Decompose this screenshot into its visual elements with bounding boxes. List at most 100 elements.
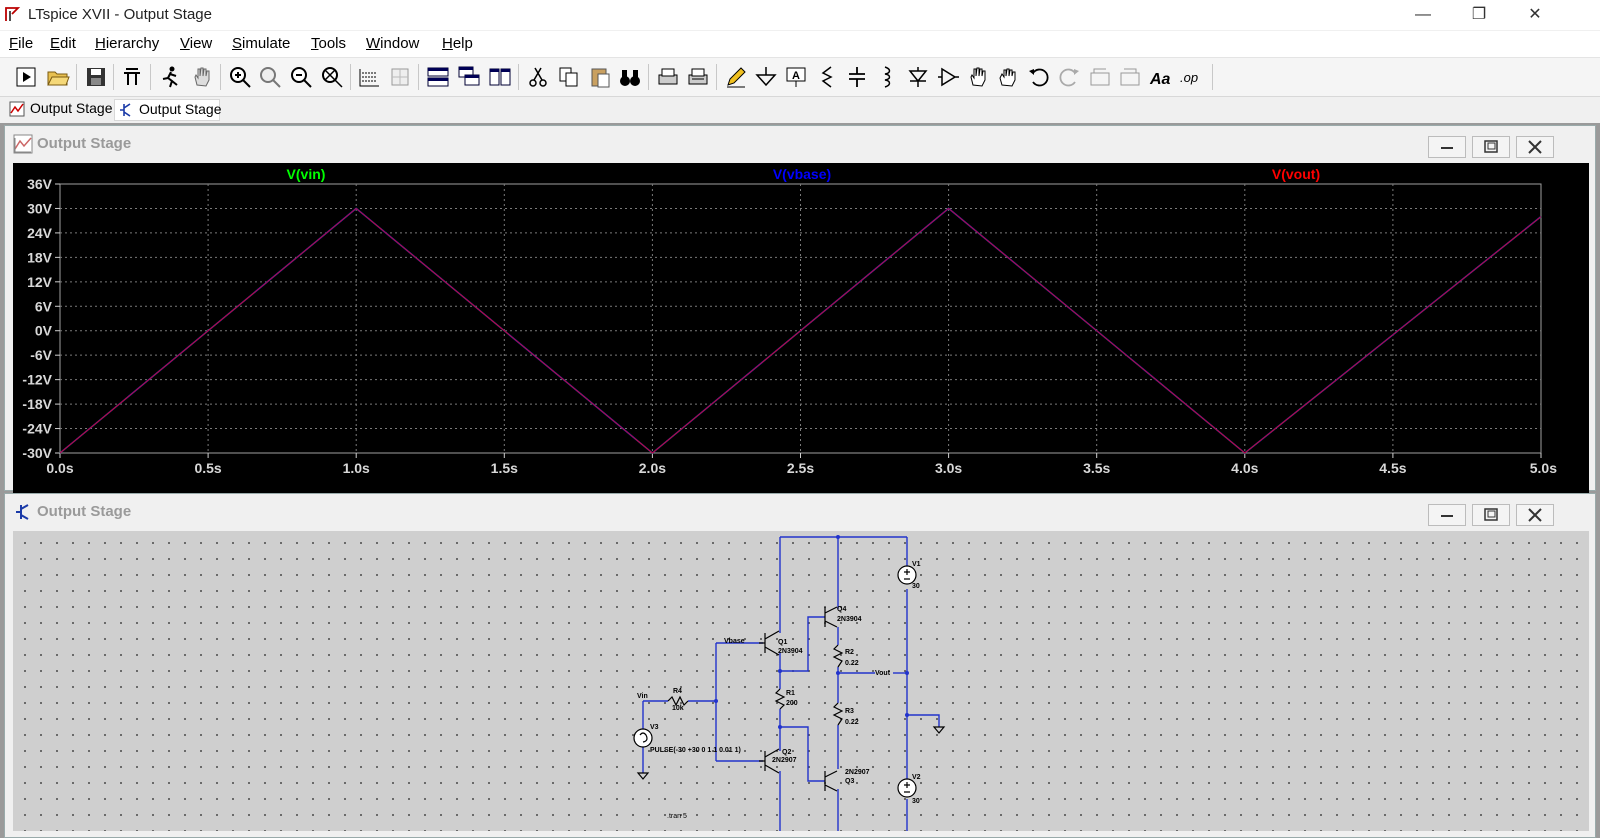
x-tick-label: 1.5s — [491, 460, 518, 476]
draw-wire-pencil-icon[interactable] — [724, 65, 748, 89]
x-tick-label: 2.5s — [787, 460, 814, 476]
menu-file[interactable]: File — [9, 35, 33, 52]
schematic-canvas[interactable]: V1 30 V2 30 V3 PULSE(-30 +30 0 1 1 0.01 … — [13, 531, 1589, 831]
drag-hand-icon[interactable] — [996, 65, 1020, 89]
y-tick-label: 0V — [35, 323, 53, 339]
maximize-icon — [1484, 508, 1498, 521]
menu-window[interactable]: Window — [366, 35, 419, 52]
tab-waveform[interactable]: Output Stage — [6, 99, 113, 119]
y-tick-label: -24V — [22, 421, 52, 437]
move-hand-icon[interactable] — [966, 65, 990, 89]
x-tick-label: 3.5s — [1083, 460, 1110, 476]
mirror-icon[interactable] — [1118, 65, 1142, 89]
restore-icon[interactable]: ❐ — [1456, 2, 1502, 28]
save-icon[interactable] — [84, 65, 108, 89]
pan-icon[interactable] — [258, 65, 282, 89]
menu-simulate[interactable]: Simulate — [232, 35, 290, 52]
undo-icon[interactable] — [1027, 65, 1051, 89]
rotate-icon[interactable] — [1088, 65, 1112, 89]
waveform-window[interactable]: Output Stage 36V 30V 24V 18V 12V 6V 0V -6V -12V -… — [4, 125, 1596, 493]
minimize-icon — [1441, 515, 1453, 517]
v3-value: PULSE(-30 +30 0 1 1 0.01 1) — [650, 747, 741, 754]
minimize-button[interactable] — [1428, 136, 1466, 158]
tab-label: Output Stage — [139, 101, 222, 117]
q1-value: 2N3904 — [778, 648, 803, 655]
schematic-window[interactable]: Output Stage V1 30 V2 30 V3 PULSE(-30 +3… — [4, 493, 1596, 838]
document-tabs: Output Stage Output Stage — [0, 97, 1600, 121]
autorange-icon[interactable] — [357, 65, 381, 89]
halt-hand-icon[interactable] — [190, 65, 214, 89]
y-tick-label: 36V — [27, 176, 53, 192]
grid-icon[interactable] — [388, 65, 412, 89]
r4-value: 10k — [672, 705, 684, 712]
redo-icon[interactable] — [1057, 65, 1081, 89]
zoom-fit-icon[interactable] — [320, 65, 344, 89]
capacitor-icon[interactable] — [845, 65, 869, 89]
wires — [642, 536, 940, 831]
resistor-icon[interactable] — [815, 65, 839, 89]
ground-icon[interactable] — [754, 65, 778, 89]
close-icon[interactable]: ✕ — [1512, 2, 1558, 28]
copy-icon[interactable] — [557, 65, 581, 89]
minimize-icon — [1441, 147, 1453, 149]
menu-hierarchy[interactable]: Hierarchy — [95, 35, 159, 52]
new-schematic-icon[interactable] — [14, 65, 38, 89]
paste-icon[interactable] — [588, 65, 612, 89]
net-label-vin: Vin — [637, 693, 648, 700]
open-folder-icon[interactable] — [46, 65, 70, 89]
window-title: LTspice XVII - Output Stage — [28, 6, 212, 23]
tile-vertical-icon[interactable] — [488, 65, 512, 89]
inductor-icon[interactable] — [875, 65, 899, 89]
zoom-out-icon[interactable] — [289, 65, 313, 89]
mdi-workspace: Output Stage 36V 30V 24V 18V 12V 6V 0V -6V -12V -… — [0, 123, 1600, 838]
cascade-icon[interactable] — [457, 65, 481, 89]
maximize-button[interactable] — [1472, 504, 1510, 526]
ltspice-logo-icon — [5, 7, 21, 21]
net-label-vbase: Vbase — [724, 638, 745, 645]
run-icon[interactable] — [158, 65, 182, 89]
legend-entry[interactable]: V(vbase) — [773, 166, 831, 182]
text-icon[interactable]: Aa — [1148, 65, 1172, 89]
maximize-icon — [1484, 140, 1498, 153]
waveform-icon — [9, 101, 25, 117]
q3-label: Q3 — [845, 778, 854, 785]
y-tick-label: 6V — [35, 298, 53, 314]
y-tick-label: -30V — [22, 445, 52, 461]
print-setup-icon[interactable] — [686, 65, 710, 89]
v1-value: 30 — [912, 583, 920, 590]
circuit-diagram: V1 30 V2 30 V3 PULSE(-30 +30 0 1 1 0.01 … — [633, 535, 946, 831]
plot-grid — [59, 183, 1542, 454]
x-tick-label: 4.5s — [1379, 460, 1406, 476]
legend-entry[interactable]: V(vout) — [1272, 166, 1320, 182]
diode-icon[interactable] — [906, 65, 930, 89]
close-button[interactable] — [1516, 504, 1554, 526]
menu-help[interactable]: Help — [442, 35, 473, 52]
schematic-icon — [16, 504, 29, 520]
print-icon[interactable] — [656, 65, 680, 89]
tab-schematic[interactable]: Output Stage — [114, 99, 222, 121]
label-net-icon[interactable]: A — [784, 65, 808, 89]
zoom-in-icon[interactable] — [228, 65, 252, 89]
maximize-button[interactable] — [1472, 136, 1510, 158]
spice-directive: .tran 5 — [667, 813, 687, 820]
waveform-plot[interactable]: 36V 30V 24V 18V 12V 6V 0V -6V -12V -18V -24V -30V 0… — [13, 163, 1589, 493]
q2-value: 2N2907 — [772, 757, 797, 764]
close-button[interactable] — [1516, 136, 1554, 158]
find-binoculars-icon[interactable] — [618, 65, 642, 89]
tile-horizontal-icon[interactable] — [426, 65, 450, 89]
component-icon[interactable] — [936, 65, 960, 89]
q4-label: Q4 — [837, 606, 846, 613]
control-panel-icon[interactable] — [120, 65, 144, 89]
minimize-button[interactable] — [1428, 504, 1466, 526]
cut-icon[interactable] — [526, 65, 550, 89]
legend-entry[interactable]: V(vin) — [287, 166, 326, 182]
v3-label: V3 — [650, 724, 659, 731]
net-label-vout: Vout — [875, 670, 891, 677]
r4-label: R4 — [673, 688, 682, 695]
q2-label: Q2 — [782, 749, 791, 756]
minimize-icon[interactable]: — — [1400, 2, 1446, 28]
menu-edit[interactable]: Edit — [50, 35, 76, 52]
menu-tools[interactable]: Tools — [311, 35, 346, 52]
spice-directive-icon[interactable]: .op — [1178, 65, 1202, 89]
menu-view[interactable]: View — [180, 35, 212, 52]
